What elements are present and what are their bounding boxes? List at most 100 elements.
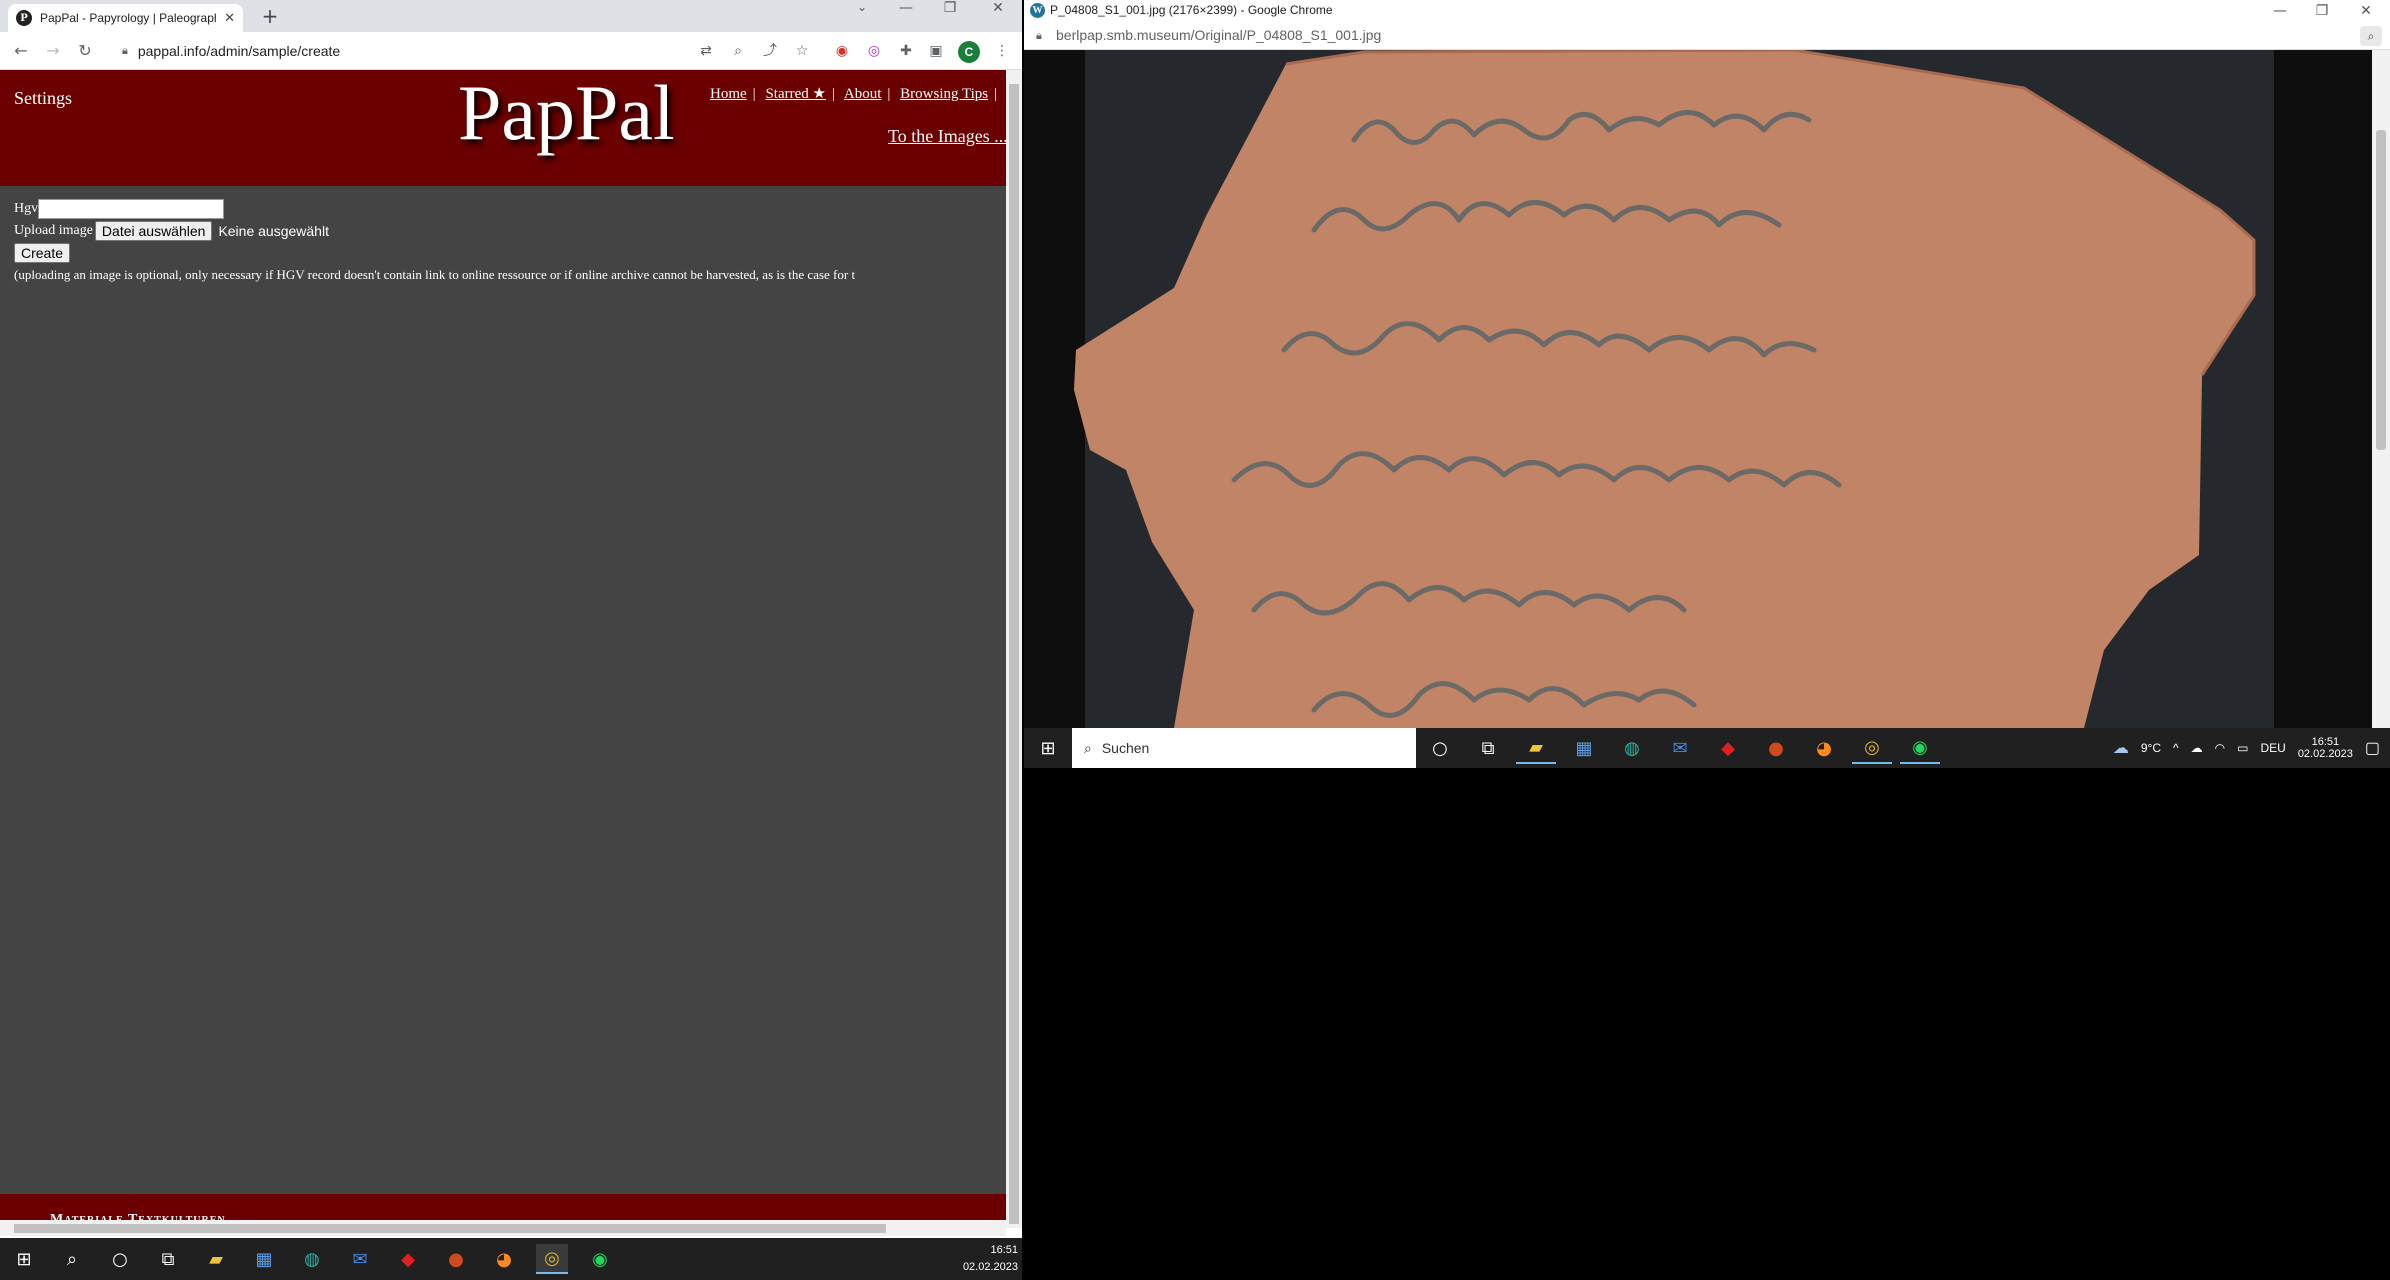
extension-red-icon[interactable]: ◉: [832, 41, 852, 61]
right-minimize-icon[interactable]: —: [2260, 0, 2300, 22]
right-file-explorer-icon[interactable]: ▰: [1516, 732, 1556, 764]
cortana-icon[interactable]: ○: [104, 1244, 136, 1274]
task-view-icon[interactable]: ⧉: [152, 1244, 184, 1274]
tab-title: PapPal - Papyrology | Paleography: [40, 11, 217, 25]
right-powerpoint-icon[interactable]: ●: [1756, 732, 1796, 764]
page-content: Settings PapPal Home | Starred ★ | About | …: [0, 70, 1006, 1228]
right-cortana-icon[interactable]: ○: [1420, 732, 1460, 764]
weather-temp[interactable]: 9°C: [2141, 741, 2161, 755]
edge-icon[interactable]: ◍: [296, 1244, 328, 1274]
right-browser-window: W P_04808_S1_001.jpg (2176×2399) - Googl…: [1024, 0, 2390, 768]
right-close-icon[interactable]: ✕: [2346, 0, 2386, 22]
right-edge-icon[interactable]: ◍: [1612, 732, 1652, 764]
windows-start-icon[interactable]: ⊞: [8, 1244, 40, 1274]
right-address-bar[interactable]: 🔒︎ berlpap.smb.museum/Original/P_04808_S…: [1024, 22, 2390, 50]
right-window-title: P_04808_S1_001.jpg (2176×2399) - Google …: [1050, 3, 1333, 17]
network-icon[interactable]: ◠: [2215, 741, 2225, 755]
chrome-icon[interactable]: ◎: [536, 1244, 568, 1274]
firefox-icon[interactable]: ◕: [488, 1244, 520, 1274]
taskbar-right: ⊞ ⌕ Suchen ○ ⧉ ▰ ▦ ◍ ✉ ◆ ● ◕ ◎ ◉ ☁ 9°C ^…: [1024, 728, 2390, 768]
right-chrome-icon[interactable]: ◎: [1852, 732, 1892, 764]
nav-home[interactable]: Home: [710, 86, 747, 102]
right-scroll-thumb[interactable]: [2376, 130, 2386, 450]
right-spotify-icon[interactable]: ◉: [1900, 732, 1940, 764]
taskbar-search-icon: ⌕: [1084, 739, 1092, 756]
extensions-puzzle-icon[interactable]: ✚: [896, 41, 916, 61]
new-tab-icon[interactable]: +: [258, 4, 282, 28]
image-viewer[interactable]: [1024, 50, 2372, 728]
onedrive-icon[interactable]: ☁: [2191, 741, 2203, 755]
choose-file-button[interactable]: Datei auswählen: [94, 221, 213, 241]
horizontal-scrollbar[interactable]: [0, 1220, 1006, 1236]
language-indicator[interactable]: DEU: [2260, 741, 2285, 755]
to-images-link[interactable]: To the Images ...: [888, 126, 1006, 147]
side-panel-icon[interactable]: ▣: [926, 41, 946, 61]
right-vertical-scrollbar[interactable]: [2372, 50, 2390, 728]
extension-purple-icon[interactable]: ◎: [864, 41, 884, 61]
right-url-text: berlpap.smb.museum/Original/P_04808_S1_0…: [1056, 27, 1382, 43]
ostracon-image: [1074, 50, 2256, 728]
right-clock-time: 16:51: [2311, 736, 2340, 748]
site-header: Settings PapPal Home | Starred ★ | About | …: [0, 70, 1006, 186]
horizontal-scroll-thumb[interactable]: [14, 1224, 886, 1233]
vertical-scrollbar[interactable]: [1006, 70, 1022, 1228]
notification-icon[interactable]: ▢: [2365, 738, 2380, 758]
right-restore-icon[interactable]: ❐: [2302, 0, 2342, 22]
back-icon[interactable]: ←: [10, 40, 32, 62]
browser-toolbar: ← → ↻ 🔒︎ pappal.info/admin/sample/create…: [0, 32, 1022, 70]
right-mail-icon[interactable]: ✉: [1660, 732, 1700, 764]
right-title-bar: W P_04808_S1_001.jpg (2176×2399) - Googl…: [1024, 0, 2390, 22]
taskbar-search-placeholder: Suchen: [1101, 740, 1150, 756]
pappal-logo: PapPal: [458, 70, 675, 156]
nav-browsing-tips[interactable]: Browsing Tips: [900, 86, 988, 102]
share-icon[interactable]: ⤴: [760, 41, 780, 61]
zoom-icon[interactable]: ⌕: [728, 41, 748, 61]
close-icon[interactable]: ✕: [224, 11, 235, 26]
vertical-scroll-thumb[interactable]: [1009, 84, 1019, 1224]
window-close-icon[interactable]: ✕: [978, 0, 1018, 30]
search-icon[interactable]: ⌕: [56, 1244, 88, 1274]
upload-note: (uploading an image is optional, only ne…: [14, 267, 856, 282]
taskbar-clock[interactable]: 16:51 02.02.2023: [963, 1242, 1018, 1276]
weather-cloud-icon[interactable]: ☁: [2113, 738, 2129, 758]
profile-avatar[interactable]: C: [958, 41, 980, 63]
right-task-view-icon[interactable]: ⧉: [1468, 732, 1508, 764]
right-zoom-icon[interactable]: ⌕: [2360, 26, 2382, 46]
tab-strip: P PapPal - Papyrology | Paleography ✕ + …: [0, 0, 1022, 32]
right-windows-start-icon[interactable]: ⊞: [1028, 732, 1068, 764]
taskbar-left: ⊞ ⌕ ○ ⧉ ▰ ▦ ◍ ✉ ◆ ● ◕ ◎ ◉ 16:51 02.02.20…: [0, 1238, 1022, 1280]
menu-kebab-icon[interactable]: ⋮: [992, 41, 1012, 61]
right-store-icon[interactable]: ▦: [1564, 732, 1604, 764]
tray-chevron-icon[interactable]: ^: [2173, 741, 2179, 755]
right-taskbar-clock[interactable]: 16:51 02.02.2023: [2298, 736, 2353, 760]
nav-starred[interactable]: Starred ★: [765, 86, 826, 102]
reload-icon[interactable]: ↻: [74, 40, 96, 62]
battery-icon[interactable]: ▭: [2237, 741, 2248, 755]
clock-time: 16:51: [990, 1244, 1018, 1256]
upload-image-label: Upload image: [14, 223, 93, 238]
translate-icon[interactable]: ⇄: [696, 41, 716, 61]
store-icon[interactable]: ▦: [248, 1244, 280, 1274]
right-clock-date: 02.02.2023: [2297, 748, 2353, 760]
settings-link[interactable]: Settings: [14, 88, 72, 109]
right-firefox-icon[interactable]: ◕: [1804, 732, 1844, 764]
create-button[interactable]: Create: [14, 243, 71, 263]
minimize-icon[interactable]: —: [886, 0, 926, 30]
taskbar-search-box[interactable]: ⌕ Suchen: [1072, 728, 1416, 768]
tab-pappal[interactable]: P PapPal - Papyrology | Paleography ✕: [8, 4, 243, 32]
spotify-icon[interactable]: ◉: [584, 1244, 616, 1274]
hgv-label: Hgv: [14, 201, 39, 216]
hgv-input[interactable]: [38, 199, 225, 219]
forward-icon[interactable]: →: [42, 40, 64, 62]
restore-icon[interactable]: ❐: [930, 0, 970, 30]
nav-about[interactable]: About: [844, 86, 882, 102]
tab-search-icon[interactable]: ⌄: [842, 0, 882, 30]
mail-icon[interactable]: ✉: [344, 1244, 376, 1274]
acrobat-icon[interactable]: ◆: [392, 1244, 424, 1274]
file-explorer-icon[interactable]: ▰: [200, 1244, 232, 1274]
powerpoint-icon[interactable]: ●: [440, 1244, 472, 1274]
right-acrobat-icon[interactable]: ◆: [1708, 732, 1748, 764]
left-browser-window: P PapPal - Papyrology | Paleography ✕ + …: [0, 0, 1022, 1280]
bookmark-star-icon[interactable]: ☆: [792, 41, 812, 61]
create-sample-form: Hgv Upload image Datei auswählen Keine a…: [14, 198, 855, 286]
